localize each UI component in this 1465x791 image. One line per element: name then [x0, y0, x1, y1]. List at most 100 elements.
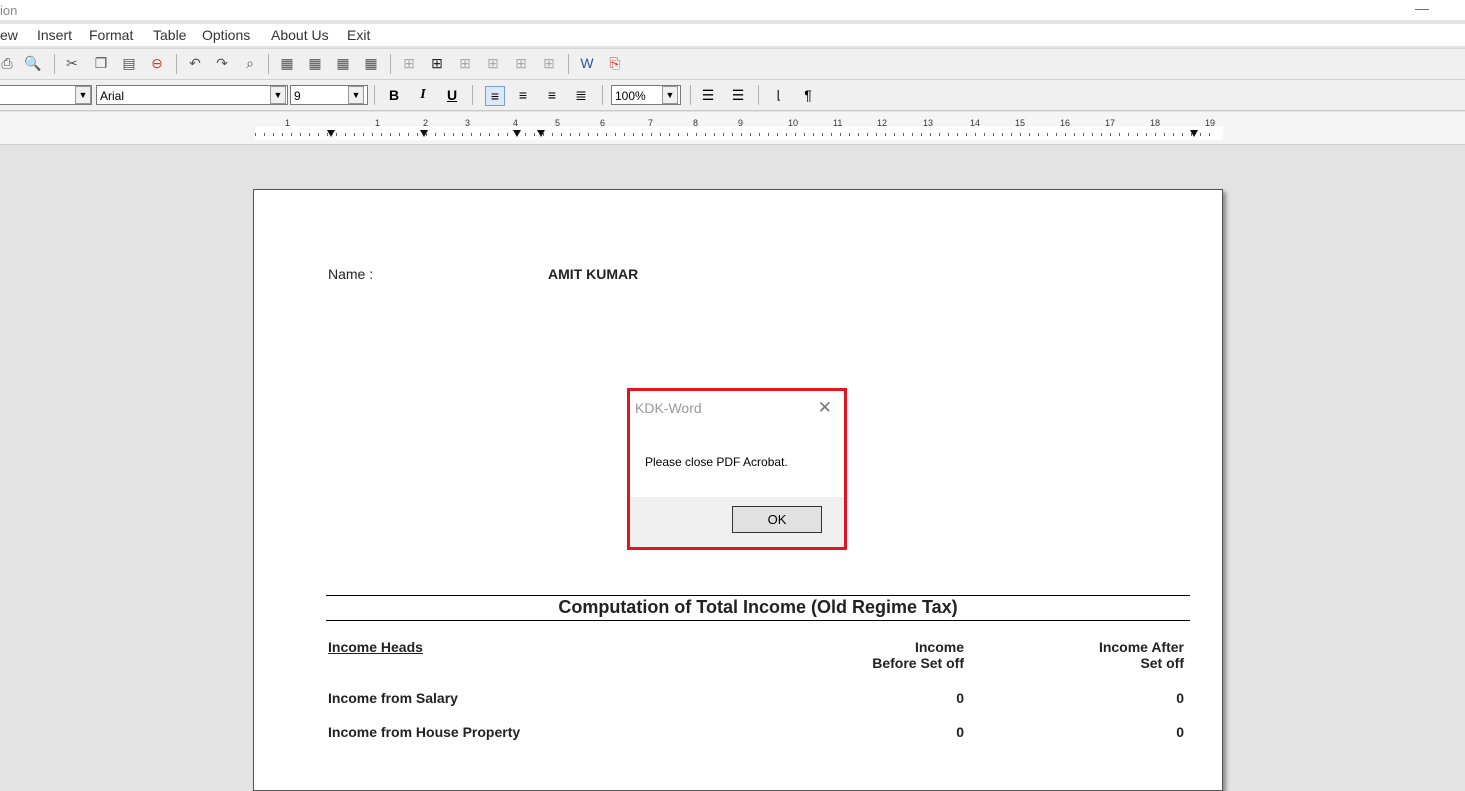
dialog-body: Please close PDF Acrobat. — [630, 429, 844, 497]
ruler-tick — [642, 133, 643, 136]
print-icon[interactable]: ⎙ — [0, 54, 16, 72]
align-center-icon[interactable]: ≡ — [514, 86, 532, 104]
ruler-tick — [390, 133, 391, 136]
ruler-number: 18 — [1150, 118, 1161, 128]
tab-stop-marker[interactable] — [420, 130, 428, 137]
ruler[interactable]: 1 1 2 3 4 5 6 7 8 9 10 11 12 13 14 15 16 17 18 19 — [255, 118, 1223, 140]
delete-column-icon[interactable]: ▦ — [362, 54, 380, 72]
delete-icon[interactable]: ⊖ — [148, 54, 166, 72]
ruler-bar: 1 1 2 3 4 5 6 7 8 9 10 11 12 13 14 15 16 17 18 19 — [0, 112, 1465, 145]
redo-icon[interactable]: ↷ — [213, 54, 231, 72]
column-header-after-set-off: Income After Set off — [1032, 639, 1184, 671]
word-export-icon[interactable]: W — [578, 54, 596, 72]
tab-stop-icon[interactable]: ⌊ — [770, 86, 788, 104]
menu-options[interactable]: Options — [202, 27, 250, 43]
zoom-dropdown-button[interactable]: ▼ — [662, 86, 678, 104]
ruler-tick — [435, 133, 436, 136]
ruler-tick — [660, 133, 661, 136]
menu-bar: ew Insert Format Table Options About Us … — [0, 24, 1465, 46]
show-formatting-button[interactable]: ¶ — [799, 86, 817, 104]
ruler-tick — [678, 133, 679, 136]
ruler-number: 3 — [465, 118, 471, 128]
table-borders-left-icon[interactable]: ⊞ — [456, 54, 474, 72]
ruler-tick — [759, 133, 760, 136]
ruler-tick — [804, 133, 805, 136]
italic-button[interactable]: I — [414, 86, 432, 104]
menu-format[interactable]: Format — [89, 27, 133, 43]
ruler-number: 5 — [555, 118, 561, 128]
ruler-number: 14 — [970, 118, 981, 128]
align-right-icon[interactable]: ≡ — [543, 86, 561, 104]
ruler-tick — [489, 133, 490, 136]
ruler-tick — [336, 133, 337, 136]
table-borders-top-icon[interactable]: ⊞ — [512, 54, 530, 72]
ruler-tick — [930, 133, 931, 136]
ruler-tick — [867, 133, 868, 136]
table-borders-right-icon[interactable]: ⊞ — [484, 54, 502, 72]
font-name-combo[interactable]: Arial — [96, 85, 288, 105]
table-grid-icon[interactable]: ⊞ — [428, 54, 446, 72]
align-left-icon[interactable]: ≡ — [485, 86, 505, 106]
ruler-tick — [921, 133, 922, 136]
ruler-tick — [363, 133, 364, 136]
tab-stop-marker[interactable] — [513, 130, 521, 137]
bold-button[interactable]: B — [385, 86, 403, 104]
bulleted-list-icon[interactable]: ☰ — [729, 86, 747, 104]
ruler-number: 7 — [648, 118, 654, 128]
row-after-salary: 0 — [1176, 690, 1184, 706]
align-justify-icon[interactable]: ≣ — [572, 86, 590, 104]
ruler-tick — [1173, 133, 1174, 136]
title-bar: ion — — [0, 0, 1465, 20]
right-indent-marker[interactable] — [537, 130, 545, 137]
undo-icon[interactable]: ↶ — [186, 54, 204, 72]
ruler-tick — [1209, 133, 1210, 136]
paste-icon[interactable]: ▤ — [120, 54, 138, 72]
ruler-number: 6 — [600, 118, 606, 128]
right-margin-marker[interactable] — [1190, 130, 1198, 137]
toolbar-separator — [758, 85, 759, 105]
ok-button[interactable]: OK — [732, 506, 822, 533]
ruler-tick — [1056, 133, 1057, 136]
numbered-list-icon[interactable]: ☰ — [699, 86, 717, 104]
menu-about-us[interactable]: About Us — [271, 27, 329, 43]
pdf-export-icon[interactable]: ⎘ — [606, 54, 624, 72]
ruler-tick — [1182, 133, 1183, 136]
dialog-message: Please close PDF Acrobat. — [645, 455, 788, 469]
minimize-button[interactable]: — — [1415, 0, 1429, 16]
ruler-tick — [444, 133, 445, 136]
table-borders-none-icon[interactable]: ⊞ — [400, 54, 418, 72]
menu-view[interactable]: ew — [0, 27, 18, 43]
ruler-tick — [975, 133, 976, 136]
indent-marker[interactable] — [327, 130, 335, 137]
delete-row-icon[interactable]: ▦ — [334, 54, 352, 72]
toolbar-separator — [268, 54, 269, 74]
ruler-number: 1 — [375, 118, 381, 128]
toolbar-separator — [54, 54, 55, 74]
ruler-tick — [309, 133, 310, 136]
ruler-tick — [1101, 133, 1102, 136]
menu-table[interactable]: Table — [153, 27, 186, 43]
ruler-tick — [588, 133, 589, 136]
print-preview-icon[interactable]: 🔍 — [24, 54, 42, 72]
table-borders-bottom-icon[interactable]: ⊞ — [540, 54, 558, 72]
copy-icon[interactable]: ❐ — [92, 54, 110, 72]
style-dropdown-button[interactable]: ▼ — [75, 86, 91, 104]
insert-column-icon[interactable]: ▦ — [306, 54, 324, 72]
column-header-before-line1: Income — [914, 639, 964, 655]
menu-exit[interactable]: Exit — [347, 27, 370, 43]
toolbar-separator — [472, 85, 473, 105]
find-icon[interactable]: ⌕ — [241, 54, 259, 72]
close-icon[interactable]: ✕ — [818, 398, 832, 418]
heading-bottom-rule — [326, 620, 1190, 621]
underline-button[interactable]: U — [443, 86, 461, 104]
name-value: AMIT KUMAR — [548, 266, 639, 282]
ruler-tick — [453, 133, 454, 136]
ruler-number: 12 — [877, 118, 888, 128]
menu-insert[interactable]: Insert — [37, 27, 72, 43]
insert-row-icon[interactable]: ▦ — [278, 54, 296, 72]
font-size-dropdown-button[interactable]: ▼ — [348, 86, 364, 104]
ruler-tick — [957, 133, 958, 136]
ruler-tick — [714, 133, 715, 136]
font-name-dropdown-button[interactable]: ▼ — [270, 86, 286, 104]
cut-icon[interactable]: ✂ — [63, 54, 81, 72]
